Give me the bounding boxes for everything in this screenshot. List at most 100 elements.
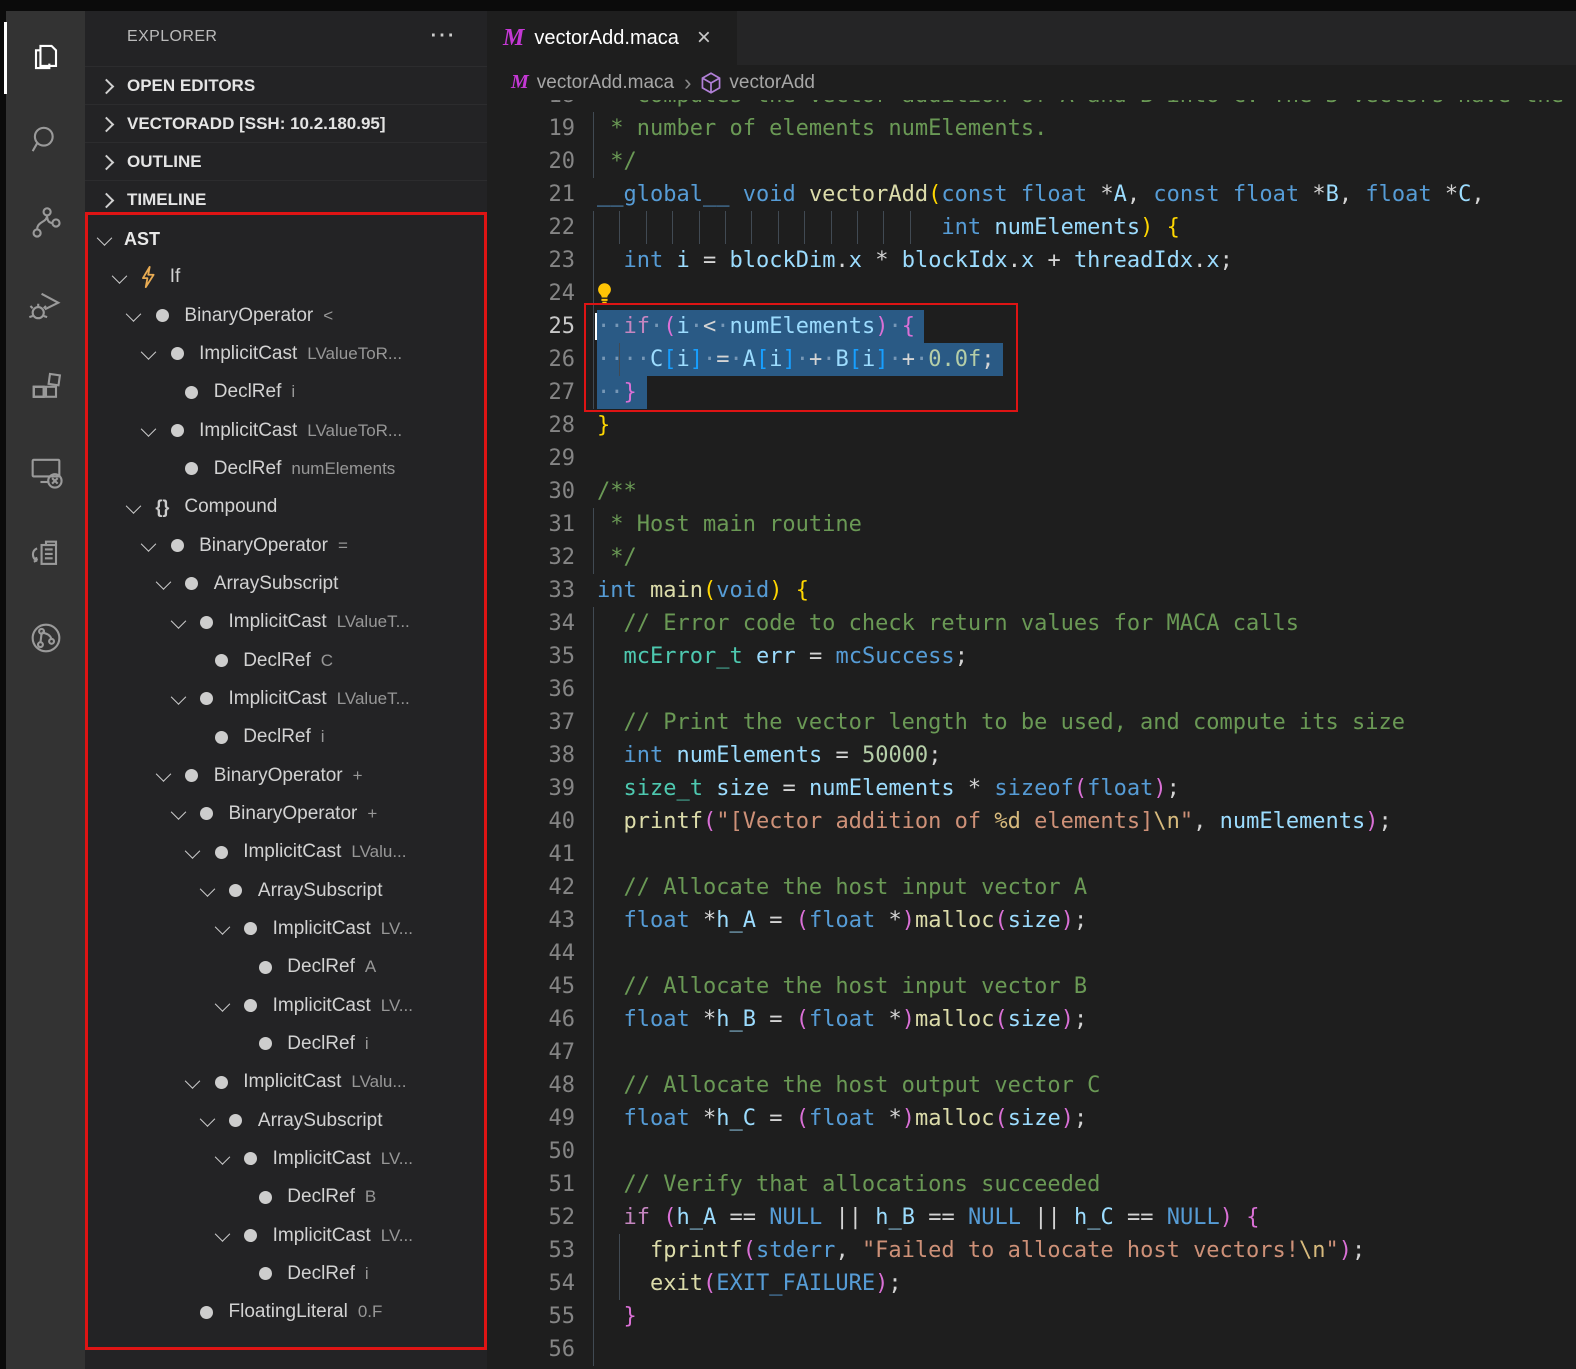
chevron-down-icon[interactable] <box>214 920 230 936</box>
chevron-down-icon[interactable] <box>214 996 230 1012</box>
ast-node-label: BinaryOperator <box>199 535 328 557</box>
chevron-down-icon[interactable] <box>214 1226 230 1242</box>
code-line-35[interactable]: 35 mcError_t err = mcSuccess; <box>487 640 1576 673</box>
chevron-down-icon[interactable] <box>170 613 186 629</box>
extensions-icon[interactable] <box>6 349 85 429</box>
chevron-down-icon[interactable] <box>185 843 201 859</box>
sidebar-section-timeline[interactable]: TIMELINE <box>85 180 487 219</box>
circle-branch-icon[interactable] <box>6 598 85 678</box>
ast-node-dot-icon <box>168 424 186 437</box>
code-line-22[interactable]: 22 int numElements) { <box>487 211 1576 244</box>
code-line-52[interactable]: 52 if (h_A == NULL || h_B == NULL || h_C… <box>487 1201 1576 1234</box>
ast-node-compound[interactable]: {}Compound <box>85 488 530 526</box>
breadcrumb-symbol[interactable]: vectorAdd <box>729 72 815 94</box>
code-line-44[interactable]: 44 <box>487 937 1576 970</box>
code-line-26[interactable]: 26····C[i]·=·A[i]·+·B[i]·+·0.0f; <box>487 343 1576 376</box>
code-line-34[interactable]: 34 // Error code to check return values … <box>487 607 1576 640</box>
line-number: 47 <box>487 1036 575 1069</box>
code-line-31[interactable]: 31 * Host main routine <box>487 508 1576 541</box>
chevron-down-icon[interactable] <box>156 766 172 782</box>
code-text: int numElements = 50000; <box>597 739 941 772</box>
code-editor[interactable]: 18 * computes the vector addition of A a… <box>487 100 1576 1369</box>
code-line-49[interactable]: 49 float *h_C = (float *)malloc(size); <box>487 1102 1576 1135</box>
search-icon[interactable] <box>6 100 85 180</box>
indent-guide <box>593 937 594 970</box>
code-line-55[interactable]: 55 } <box>487 1300 1576 1333</box>
chevron-down-icon[interactable] <box>126 498 142 514</box>
sidebar-section-vectoradd-ssh[interactable]: VECTORADD [SSH: 10.2.180.95] <box>85 104 487 143</box>
chevron-down-icon[interactable] <box>170 690 186 706</box>
code-line-39[interactable]: 39 size_t size = numElements * sizeof(fl… <box>487 772 1576 805</box>
ast-node-label: DeclRef <box>214 458 282 480</box>
code-line-23[interactable]: 23 int i = blockDim.x * blockIdx.x + thr… <box>487 244 1576 277</box>
sidebar-section-open-editors[interactable]: OPEN EDITORS <box>85 66 487 105</box>
code-line-40[interactable]: 40 printf("[Vector addition of %d elemen… <box>487 805 1576 838</box>
chevron-down-icon[interactable] <box>97 230 113 246</box>
code-line-21[interactable]: 21__global__ void vectorAdd(const float … <box>487 178 1576 211</box>
code-line-20[interactable]: 20 */ <box>487 145 1576 178</box>
source-control-icon[interactable] <box>6 183 85 263</box>
code-line-24[interactable]: 24 <box>487 277 1576 310</box>
code-line-54[interactable]: 54 exit(EXIT_FAILURE); <box>487 1267 1576 1300</box>
ast-node-implicitcast-lvaluetor[interactable]: ImplicitCastLValueToR... <box>85 335 545 373</box>
ast-node-ast[interactable]: AST <box>85 220 501 258</box>
ast-node-binaryoperator-[interactable]: BinaryOperator< <box>85 297 530 335</box>
chevron-down-icon[interactable] <box>141 536 157 552</box>
ast-node-binaryoperator-[interactable]: BinaryOperator= <box>85 527 545 565</box>
section-label: TIMELINE <box>127 190 206 210</box>
code-line-50[interactable]: 50 <box>487 1135 1576 1168</box>
doc-sync-icon[interactable] <box>6 515 85 595</box>
ast-node-detail: numElements <box>291 459 395 479</box>
code-line-56[interactable]: 56 <box>487 1333 1576 1366</box>
indent-guide <box>593 1135 594 1168</box>
code-line-38[interactable]: 38 int numElements = 50000; <box>487 739 1576 772</box>
code-line-37[interactable]: 37 // Print the vector length to be used… <box>487 706 1576 739</box>
chevron-down-icon[interactable] <box>111 268 127 284</box>
code-line-28[interactable]: 28} <box>487 409 1576 442</box>
ast-node-implicitcast-lvaluetor[interactable]: ImplicitCastLValueToR... <box>85 412 545 450</box>
code-line-51[interactable]: 51 // Verify that allocations succeeded <box>487 1168 1576 1201</box>
chevron-down-icon[interactable] <box>141 421 157 437</box>
code-line-27[interactable]: 27··} <box>487 376 1576 409</box>
code-line-46[interactable]: 46 float *h_B = (float *)malloc(size); <box>487 1003 1576 1036</box>
code-line-45[interactable]: 45 // Allocate the host input vector B <box>487 970 1576 1003</box>
chevron-down-icon[interactable] <box>200 881 216 897</box>
chevron-down-icon[interactable] <box>141 345 157 361</box>
files-icon[interactable] <box>6 17 85 97</box>
code-line-25[interactable]: 25··if·(i·<·numElements)·{ <box>487 310 1576 343</box>
breadcrumb-file[interactable]: vectorAdd.maca <box>537 72 674 94</box>
code-line-42[interactable]: 42 // Allocate the host input vector A <box>487 871 1576 904</box>
remote-explorer-icon[interactable] <box>6 432 85 512</box>
ast-node-detail: LValu... <box>351 842 406 862</box>
chevron-down-icon[interactable] <box>170 805 186 821</box>
code-line-19[interactable]: 19 * number of elements numElements. <box>487 112 1576 145</box>
code-line-32[interactable]: 32 */ <box>487 541 1576 574</box>
code-line-53[interactable]: 53 fprintf(stderr, "Failed to allocate h… <box>487 1234 1576 1267</box>
code-line-18[interactable]: 18 * computes the vector addition of A a… <box>487 100 1576 112</box>
chevron-down-icon[interactable] <box>185 1073 201 1089</box>
line-number: 21 <box>487 178 575 211</box>
code-line-48[interactable]: 48 // Allocate the host output vector C <box>487 1069 1576 1102</box>
code-line-29[interactable]: 29 <box>487 442 1576 475</box>
tab-vectoradd-maca[interactable]: M vectorAdd.maca × <box>487 11 737 65</box>
ast-node-if[interactable]: If <box>85 258 516 296</box>
code-line-36[interactable]: 36 <box>487 673 1576 706</box>
code-text: * number of elements numElements. <box>597 112 1047 145</box>
run-debug-icon[interactable] <box>6 266 85 346</box>
code-line-41[interactable]: 41 <box>487 838 1576 871</box>
code-line-30[interactable]: 30/** <box>487 475 1576 508</box>
chevron-down-icon[interactable] <box>214 1150 230 1166</box>
text-cursor <box>595 313 597 340</box>
more-actions-icon[interactable]: ⋯ <box>429 19 457 50</box>
sidebar-section-outline[interactable]: OUTLINE <box>85 142 487 181</box>
chevron-down-icon[interactable] <box>200 1111 216 1127</box>
chevron-down-icon[interactable] <box>156 575 172 591</box>
ast-node-label: DeclRef <box>287 1263 355 1285</box>
code-line-43[interactable]: 43 float *h_A = (float *)malloc(size); <box>487 904 1576 937</box>
ast-node-dot-icon <box>183 386 201 399</box>
code-line-33[interactable]: 33int main(void) { <box>487 574 1576 607</box>
line-number: 32 <box>487 541 575 574</box>
code-line-47[interactable]: 47 <box>487 1036 1576 1069</box>
chevron-down-icon[interactable] <box>126 306 142 322</box>
close-icon[interactable]: × <box>697 24 711 52</box>
